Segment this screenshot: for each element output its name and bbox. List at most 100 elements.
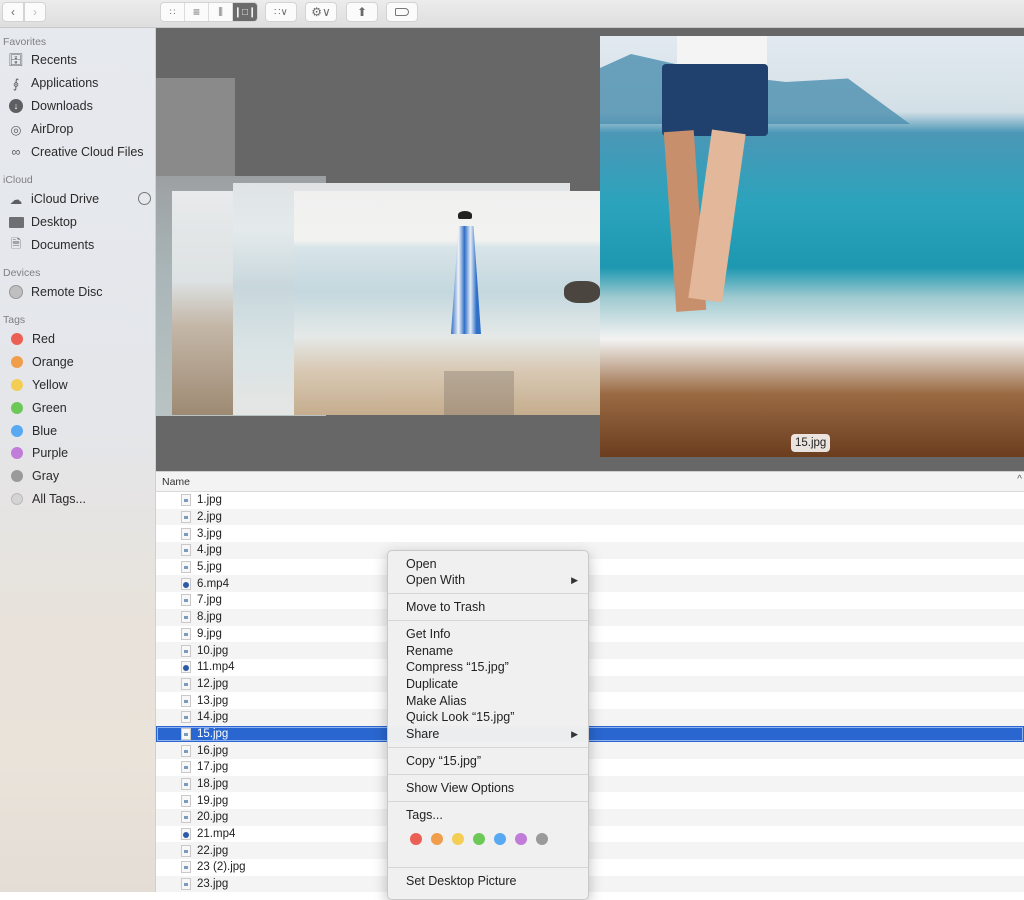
image-file-icon <box>181 761 191 774</box>
forward-button[interactable]: › <box>24 2 46 22</box>
cover-flow-card-14[interactable] <box>294 191 600 415</box>
video-file-icon <box>181 828 191 841</box>
cover-flow-card[interactable] <box>172 191 242 415</box>
menu-item-open[interactable]: Open <box>388 556 588 573</box>
icon-view-button[interactable]: ∷ <box>161 3 185 21</box>
file-row[interactable]: 7.jpg <box>156 592 1024 609</box>
menu-item-share[interactable]: Share ▶ <box>388 726 588 743</box>
sidebar-item-label: Orange <box>32 355 74 369</box>
file-row[interactable]: 18.jpg <box>156 775 1024 793</box>
file-row[interactable]: 6.mp4 <box>156 575 1024 593</box>
name-column-header[interactable]: Name <box>162 476 190 488</box>
sidebar-tag-red[interactable]: Red <box>8 329 153 349</box>
file-row-selected[interactable]: 15.jpg <box>156 725 1024 743</box>
menu-item-open-with[interactable]: Open With ▶ <box>388 572 588 589</box>
menu-item-move-to-trash[interactable]: Move to Trash <box>388 599 588 616</box>
sidebar-item-label: Creative Cloud Files <box>31 145 144 159</box>
menu-item-show-view-options[interactable]: Show View Options <box>388 780 588 797</box>
sidebar-tag-green[interactable]: Green <box>8 398 153 418</box>
file-row[interactable]: 14.jpg <box>156 708 1024 726</box>
file-row[interactable]: 13.jpg <box>156 692 1024 709</box>
menu-item-quick-look[interactable]: Quick Look “15.jpg” <box>388 709 588 726</box>
file-row[interactable]: 16.jpg <box>156 742 1024 759</box>
gear-icon: ⚙∨ <box>311 5 331 19</box>
action-button[interactable]: ⚙∨ <box>305 2 337 22</box>
sidebar-item-documents[interactable]: 🗎 Documents <box>8 235 153 255</box>
tag-icon <box>395 8 409 16</box>
file-name: 16.jpg <box>197 744 229 757</box>
file-row[interactable]: 10.jpg <box>156 642 1024 659</box>
file-row[interactable]: 4.jpg <box>156 542 1024 559</box>
menu-item-duplicate[interactable]: Duplicate <box>388 676 588 693</box>
sidebar-item-label: iCloud Drive <box>31 192 100 206</box>
menu-tag-color-dot[interactable] <box>452 833 464 845</box>
menu-tag-color-dot[interactable] <box>536 833 548 845</box>
sort-ascending-icon[interactable]: ^ <box>1017 474 1022 485</box>
column-view-button[interactable]: ⫼ <box>209 3 233 21</box>
image-file-icon <box>181 811 191 824</box>
file-row[interactable]: 9.jpg <box>156 626 1024 643</box>
sidebar-tag-orange[interactable]: Orange <box>8 352 153 372</box>
menu-item-label: Move to Trash <box>406 600 486 614</box>
file-row[interactable]: 19.jpg <box>156 792 1024 809</box>
menu-item-get-info[interactable]: Get Info <box>388 626 588 643</box>
file-row[interactable]: 21.mp4 <box>156 826 1024 843</box>
sidebar-item-applications[interactable]: ⨕ Applications <box>8 73 153 93</box>
file-row[interactable]: 1.jpg <box>156 492 1024 509</box>
group-by-button[interactable]: ∷∨ <box>265 2 297 22</box>
menu-item-copy[interactable]: Copy “15.jpg” <box>388 753 588 770</box>
menu-item-make-alias[interactable]: Make Alias <box>388 693 588 710</box>
file-name: 1.jpg <box>197 494 222 507</box>
file-row[interactable]: 22.jpg <box>156 842 1024 860</box>
sidebar-tag-purple[interactable]: Purple <box>8 443 153 463</box>
share-button[interactable]: ⬆ <box>346 2 378 22</box>
sidebar-item-creative-cloud-files[interactable]: ∞ Creative Cloud Files <box>8 142 153 162</box>
menu-tag-color-dot[interactable] <box>410 833 422 845</box>
file-row[interactable]: 8.jpg <box>156 608 1024 626</box>
menu-item-rename[interactable]: Rename <box>388 643 588 660</box>
blue-tag-icon <box>11 425 23 437</box>
sidebar-item-downloads[interactable]: ↓ Downloads <box>8 96 153 116</box>
menu-item-label: Tags... <box>406 808 443 822</box>
applications-icon: ⨕ <box>12 76 20 91</box>
menu-tag-color-dot[interactable] <box>473 833 485 845</box>
sidebar-tag-blue[interactable]: Blue <box>8 421 153 441</box>
file-row[interactable]: 2.jpg <box>156 508 1024 526</box>
file-row[interactable]: 20.jpg <box>156 809 1024 826</box>
sidebar-item-remote-disc[interactable]: Remote Disc <box>8 282 153 302</box>
menu-tag-color-dot[interactable] <box>431 833 443 845</box>
back-button[interactable]: ‹ <box>2 2 24 22</box>
file-name: 5.jpg <box>197 561 222 574</box>
cover-flow-view-button[interactable]: ❙□❙ <box>233 3 257 21</box>
menu-item-compress[interactable]: Compress “15.jpg” <box>388 659 588 676</box>
sidebar-item-label: Red <box>32 332 55 346</box>
menu-tag-color-dot[interactable] <box>515 833 527 845</box>
cover-flow-card-selected[interactable] <box>600 36 1024 457</box>
menu-item-set-desktop-picture[interactable]: Set Desktop Picture <box>388 873 588 890</box>
file-row[interactable]: 5.jpg <box>156 559 1024 576</box>
edit-tags-button[interactable] <box>386 2 418 22</box>
sidebar-item-icloud-drive[interactable]: ☁ iCloud Drive <box>8 189 153 209</box>
file-row[interactable]: 11.mp4 <box>156 659 1024 676</box>
file-row[interactable]: 3.jpg <box>156 525 1024 542</box>
sidebar-all-tags[interactable]: All Tags... <box>8 489 153 509</box>
sidebar-item-desktop[interactable]: Desktop <box>8 212 153 232</box>
file-row[interactable]: 23 (2).jpg <box>156 859 1024 876</box>
sidebar-item-label: Gray <box>32 469 60 483</box>
sidebar-item-airdrop[interactable]: ◎ AirDrop <box>8 119 153 139</box>
file-row[interactable]: 17.jpg <box>156 759 1024 776</box>
file-row[interactable]: 23.jpg <box>156 875 1024 892</box>
sidebar-item-recents[interactable]: 🗄 Recents <box>8 50 153 70</box>
menu-item-label: Rename <box>406 644 454 658</box>
file-row[interactable]: 12.jpg <box>156 675 1024 693</box>
menu-tag-color-dot[interactable] <box>494 833 506 845</box>
list-view-button[interactable]: ≡ <box>185 3 209 21</box>
menu-separator <box>388 620 588 621</box>
view-mode-control: ∷ ≡ ⫼ ❙□❙ <box>160 2 258 22</box>
disc-icon <box>8 284 24 300</box>
sidebar-item-label: Remote Disc <box>31 285 103 299</box>
sidebar-tag-gray[interactable]: Gray <box>8 466 153 486</box>
sidebar-tag-yellow[interactable]: Yellow <box>8 375 153 395</box>
menu-item-tags[interactable]: Tags... <box>388 807 588 824</box>
menu-separator <box>388 593 588 594</box>
